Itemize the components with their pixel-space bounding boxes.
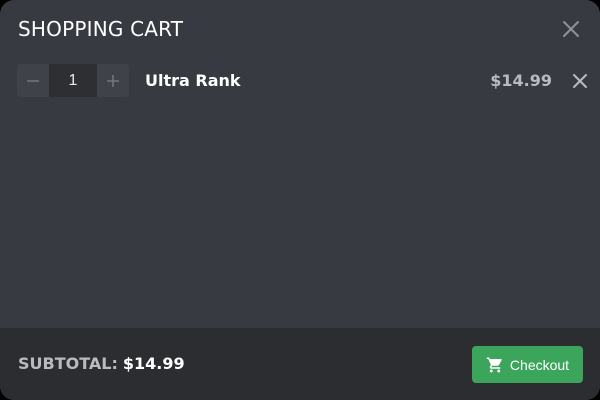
checkout-label: Checkout: [509, 356, 570, 373]
close-icon: [563, 21, 579, 37]
cart-title: SHOPPING CART: [18, 17, 184, 41]
cart-header: SHOPPING CART: [0, 0, 600, 58]
subtotal-label: SUBTOTAL:: [18, 354, 118, 373]
subtotal-value: $14.99: [122, 354, 185, 373]
item-price: $14.99: [490, 71, 552, 90]
quantity-stepper: 1: [17, 64, 129, 97]
cart-item-row: 1 Ultra Rank $14.99: [0, 64, 600, 98]
increase-quantity-button[interactable]: [97, 64, 129, 97]
cart-footer: SUBTOTAL: $14.99 Checkout: [0, 328, 600, 400]
item-name: Ultra Rank: [145, 71, 241, 90]
shopping-cart-modal: SHOPPING CART 1 Ultra Rank $14.99 SUBTOT…: [0, 0, 600, 400]
quantity-value[interactable]: 1: [49, 64, 97, 97]
cart-icon: [486, 356, 504, 374]
decrease-quantity-button[interactable]: [17, 64, 49, 97]
remove-item-button[interactable]: [571, 72, 589, 90]
remove-icon: [573, 74, 587, 88]
minus-icon: [27, 79, 39, 82]
subtotal: SUBTOTAL: $14.99: [18, 354, 185, 374]
checkout-button[interactable]: Checkout: [472, 346, 583, 383]
plus-icon: [107, 74, 119, 87]
close-button[interactable]: [560, 18, 582, 40]
